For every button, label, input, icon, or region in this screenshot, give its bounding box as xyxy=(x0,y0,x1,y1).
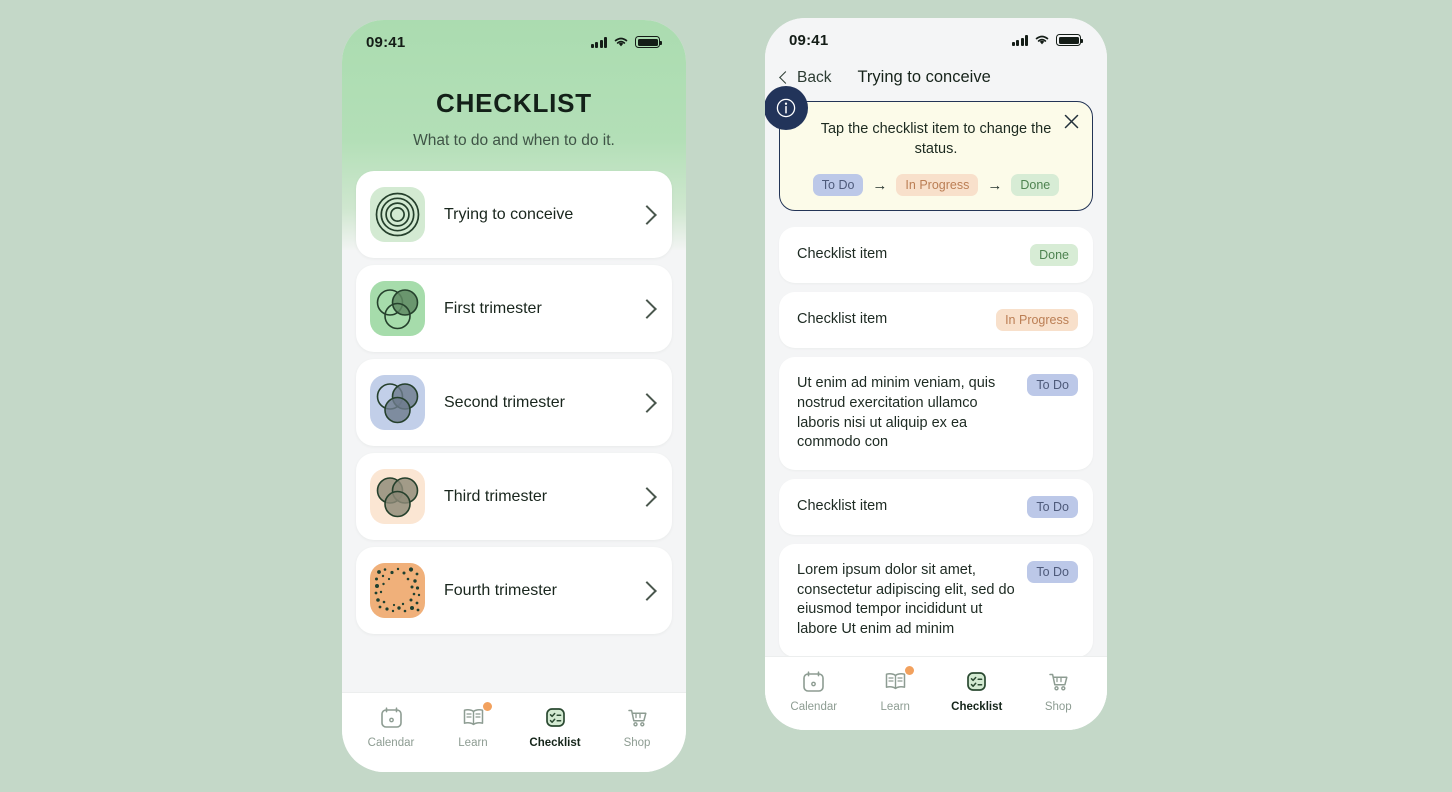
notification-badge xyxy=(483,702,492,711)
scattered-dots-icon xyxy=(370,563,425,618)
cellular-signal-icon xyxy=(590,37,607,48)
status-flow: To Do → In Progress → Done xyxy=(794,174,1078,197)
close-x-icon[interactable] xyxy=(1063,113,1080,135)
checklist-row[interactable]: Checklist item Done xyxy=(779,227,1093,284)
category-label: Trying to conceive xyxy=(444,205,574,223)
flow-pill-done: Done xyxy=(1011,174,1060,197)
category-row-third-trimester[interactable]: Third trimester xyxy=(356,453,672,540)
status-badge[interactable]: To Do xyxy=(1027,561,1078,583)
battery-icon xyxy=(635,36,662,48)
cart-icon xyxy=(627,709,647,727)
phone-right-checklist-detail: 09:41 Back Trying to conceive Tap the ch… xyxy=(765,18,1107,730)
tab-label: Shop xyxy=(623,737,651,749)
category-row-first-trimester[interactable]: First trimester xyxy=(356,265,672,352)
checklist-row[interactable]: Ut enim ad minim veniam, quis nostrud ex… xyxy=(779,357,1093,470)
status-time: 09:41 xyxy=(366,33,406,51)
calendar-icon xyxy=(803,671,825,692)
tab-checklist[interactable]: Checklist xyxy=(520,705,590,749)
wifi-icon xyxy=(614,37,628,47)
checklist-items: Checklist item Done Checklist item In Pr… xyxy=(765,227,1107,656)
tab-label: Learn xyxy=(458,737,488,749)
tab-label: Shop xyxy=(1044,701,1072,713)
tab-label: Calendar xyxy=(790,701,838,713)
tab-calendar[interactable]: Calendar xyxy=(779,669,849,713)
back-label: Back xyxy=(797,68,832,86)
chevron-right-icon[interactable] xyxy=(637,204,657,225)
notification-badge xyxy=(905,666,915,675)
status-icons xyxy=(1011,34,1083,46)
status-badge[interactable]: In Progress xyxy=(996,309,1078,332)
banner-message: Tap the checklist item to change the sta… xyxy=(820,121,1052,157)
venn-one-filled-icon xyxy=(370,281,425,336)
flow-pill-in-progress: In Progress xyxy=(896,174,979,197)
checklist-icon xyxy=(545,708,565,727)
cellular-signal-icon xyxy=(1011,35,1028,46)
chevron-right-icon[interactable] xyxy=(637,298,657,319)
category-list: Trying to conceive First trimester Secon… xyxy=(342,171,686,634)
tab-shop[interactable]: Shop xyxy=(1023,669,1093,713)
category-label: Fourth trimester xyxy=(444,581,557,599)
phone-left-checklist-home: 09:41 CHECKLIST What to do and when to d… xyxy=(342,20,686,772)
category-label: First trimester xyxy=(444,299,542,317)
tab-label: Calendar xyxy=(367,737,415,749)
concentric-circles-icon xyxy=(370,187,425,242)
tab-bar-left: Calendar Learn Checklist Shop xyxy=(342,692,686,772)
status-icons xyxy=(590,36,662,48)
tab-bar-right: Calendar Learn Checklist Shop xyxy=(765,656,1107,730)
page-title: CHECKLIST xyxy=(436,88,592,118)
category-label: Third trimester xyxy=(444,487,548,505)
tab-calendar[interactable]: Calendar xyxy=(356,705,426,749)
checklist-row[interactable]: Checklist item To Do xyxy=(779,479,1093,535)
checklist-item-text: Ut enim ad minim veniam, quis nostrud ex… xyxy=(797,375,996,451)
category-label: Second trimester xyxy=(444,393,565,411)
tab-shop[interactable]: Shop xyxy=(602,705,672,749)
chevron-right-icon[interactable] xyxy=(637,580,657,601)
category-row-second-trimester[interactable]: Second trimester xyxy=(356,359,672,446)
checklist-row[interactable]: Lorem ipsum dolor sit amet, consectetur … xyxy=(779,544,1093,656)
tab-checklist[interactable]: Checklist xyxy=(942,669,1012,713)
category-row-fourth-trimester[interactable]: Fourth trimester xyxy=(356,547,672,634)
screenshot-canvas: 09:41 CHECKLIST What to do and when to d… xyxy=(0,0,1452,792)
calendar-icon xyxy=(380,707,402,728)
cart-icon xyxy=(1049,673,1068,691)
flow-pill-todo: To Do xyxy=(812,174,864,197)
tab-label: Learn xyxy=(880,701,910,713)
status-time: 09:41 xyxy=(789,31,829,49)
venn-three-filled-icon xyxy=(370,469,425,524)
flow-arrow-1: → xyxy=(872,176,888,194)
back-button[interactable]: Back xyxy=(779,68,832,87)
battery-icon xyxy=(1056,34,1083,46)
checklist-item-text: Checklist item xyxy=(797,246,888,263)
checklist-item-text: Checklist item xyxy=(797,498,888,515)
chevron-left-icon xyxy=(779,71,792,84)
checklist-icon xyxy=(967,672,987,691)
chevron-right-icon[interactable] xyxy=(637,486,657,507)
info-banner: Tap the checklist item to change the sta… xyxy=(765,86,1093,212)
tab-label: Checklist xyxy=(529,737,581,749)
status-badge[interactable]: To Do xyxy=(1027,496,1078,518)
page-subtitle: What to do and when to do it. xyxy=(413,132,615,149)
book-icon xyxy=(885,673,905,690)
status-badge[interactable]: Done xyxy=(1030,244,1078,267)
screen-title: Trying to conceive xyxy=(857,68,991,86)
status-bar-right: 09:41 xyxy=(765,18,1107,62)
chevron-right-icon[interactable] xyxy=(637,392,657,413)
nav-bar: Back Trying to conceive xyxy=(765,62,1107,101)
category-row-trying-to-conceive[interactable]: Trying to conceive xyxy=(356,171,672,258)
checklist-item-text: Lorem ipsum dolor sit amet, consectetur … xyxy=(797,562,1015,638)
info-circle-icon xyxy=(765,86,808,130)
checklist-item-text: Checklist item xyxy=(797,311,888,328)
venn-two-filled-icon xyxy=(370,375,425,430)
flow-arrow-2: → xyxy=(987,176,1003,194)
status-badge[interactable]: To Do xyxy=(1027,374,1078,397)
tab-label: Checklist xyxy=(951,701,1003,713)
wifi-icon xyxy=(1035,35,1049,45)
book-icon xyxy=(463,709,483,726)
status-bar-left: 09:41 xyxy=(342,20,686,64)
tab-learn[interactable]: Learn xyxy=(860,666,930,713)
checklist-row[interactable]: Checklist item In Progress xyxy=(779,292,1093,349)
tab-learn[interactable]: Learn xyxy=(438,702,508,749)
